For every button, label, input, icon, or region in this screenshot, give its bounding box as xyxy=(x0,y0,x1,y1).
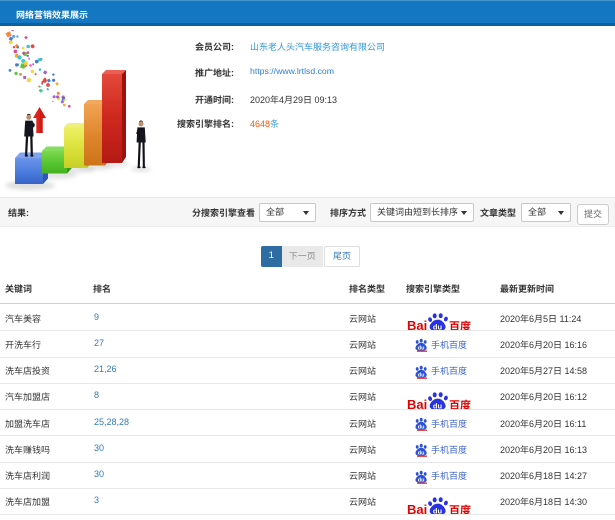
svg-text:百度: 百度 xyxy=(449,397,471,410)
svg-text:百度: 百度 xyxy=(449,318,471,331)
svg-text:Bai: Bai xyxy=(407,318,427,331)
svg-text:Bai: Bai xyxy=(407,502,427,515)
svg-text:Bai: Bai xyxy=(407,397,427,410)
svg-text:百度: 百度 xyxy=(449,502,471,515)
